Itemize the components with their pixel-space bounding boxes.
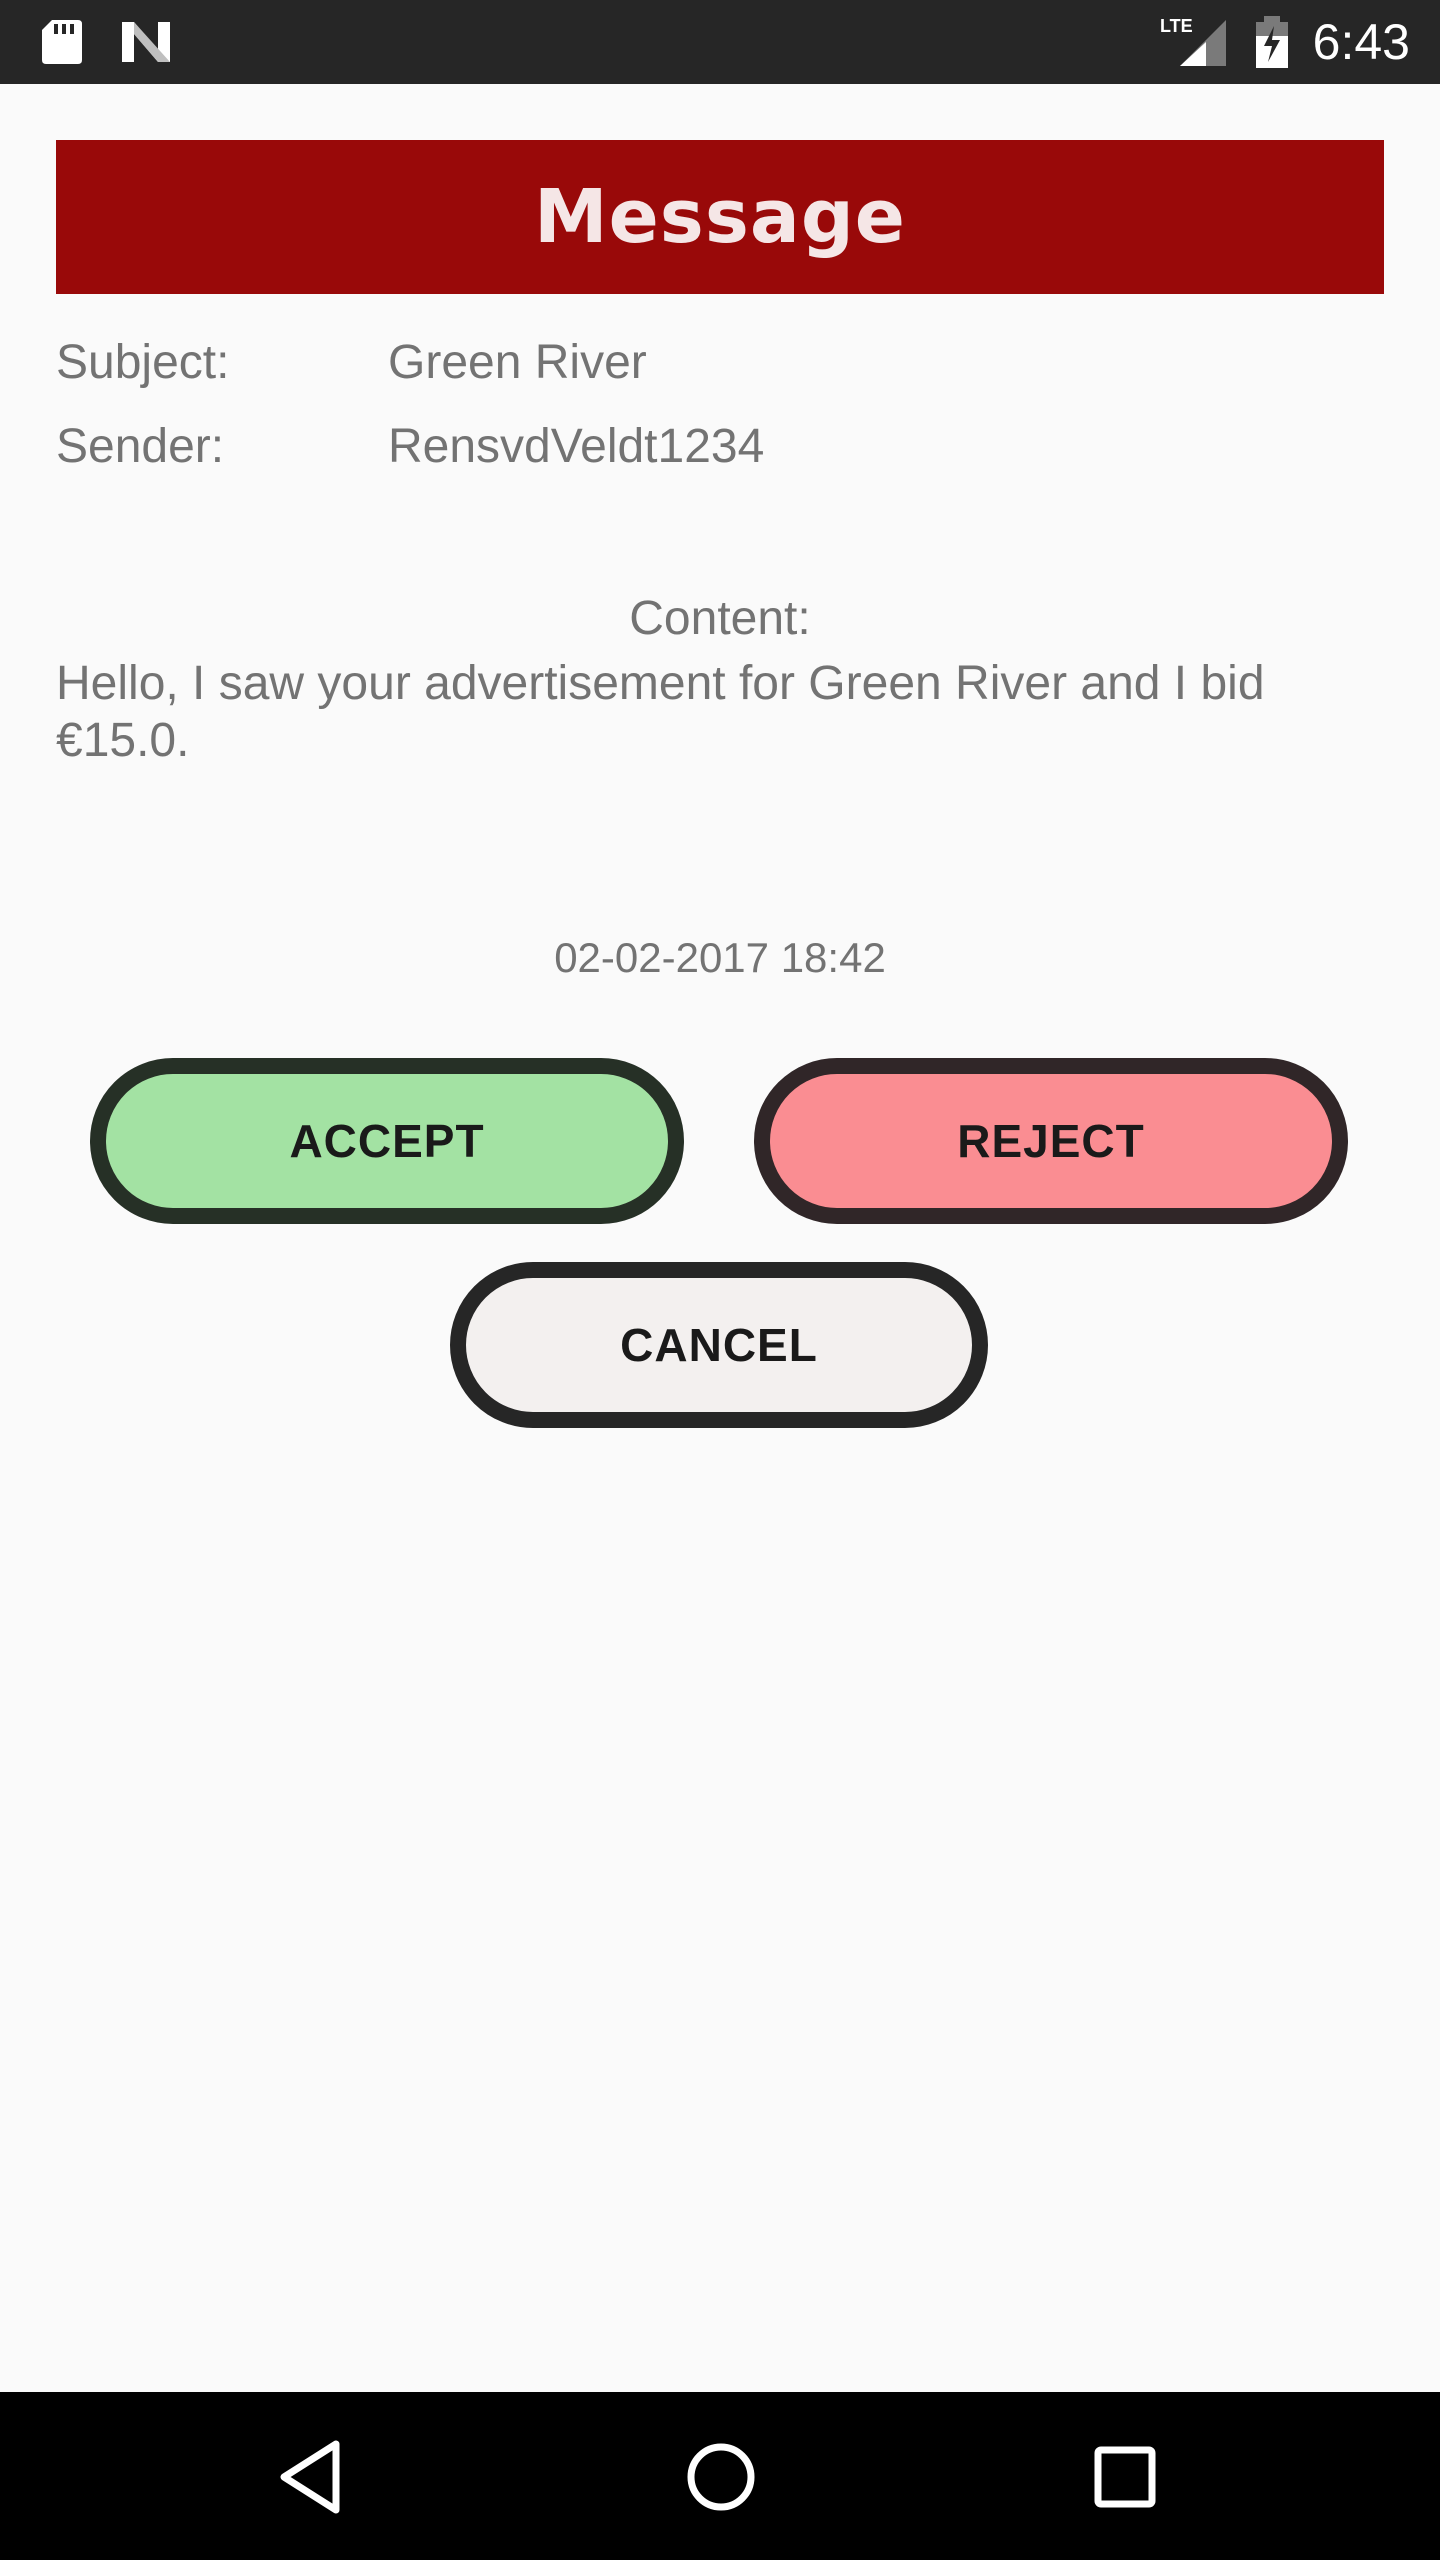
- content-label: Content:: [629, 592, 811, 645]
- navigation-bar: [0, 2392, 1440, 2560]
- page-header: Message: [56, 140, 1384, 294]
- sender-label: Sender:: [56, 420, 225, 473]
- clock-time: 6:43: [1312, 14, 1410, 70]
- accept-button-label: ACCEPT: [289, 1115, 485, 1167]
- message-content: Hello, I saw your advertisement for Gree…: [56, 657, 1265, 767]
- battery-charging-icon: [1256, 16, 1288, 68]
- lte-signal-icon: LTE: [1160, 16, 1226, 66]
- cancel-button[interactable]: CANCEL: [450, 1262, 988, 1428]
- sd-card-icon: [42, 20, 82, 64]
- recents-icon[interactable]: [1080, 2432, 1170, 2522]
- subject-label: Subject:: [56, 336, 230, 389]
- cancel-button-label: CANCEL: [620, 1319, 818, 1371]
- svg-text:LTE: LTE: [1160, 16, 1193, 36]
- home-icon[interactable]: [676, 2432, 766, 2522]
- subject-value: Green River: [388, 336, 647, 389]
- n-logo-icon: [122, 22, 170, 62]
- message-timestamp: 02-02-2017 18:42: [554, 934, 886, 981]
- back-icon[interactable]: [270, 2432, 360, 2522]
- reject-button[interactable]: REJECT: [754, 1058, 1348, 1224]
- page-title: Message: [533, 174, 906, 260]
- sender-value: RensvdVeldt1234: [388, 420, 765, 473]
- status-bar: LTE 6:43: [0, 0, 1440, 84]
- accept-button[interactable]: ACCEPT: [90, 1058, 684, 1224]
- reject-button-label: REJECT: [957, 1115, 1145, 1167]
